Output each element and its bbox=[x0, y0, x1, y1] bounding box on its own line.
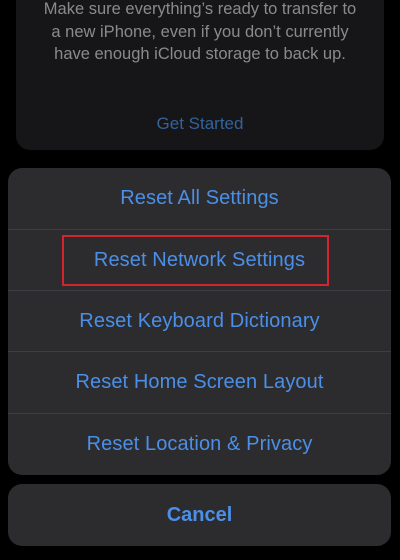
reset-location-privacy-button[interactable]: Reset Location & Privacy bbox=[8, 414, 391, 475]
reset-keyboard-dictionary-button[interactable]: Reset Keyboard Dictionary bbox=[8, 291, 391, 352]
reset-all-settings-button[interactable]: Reset All Settings bbox=[8, 168, 391, 229]
reset-home-screen-layout-button[interactable]: Reset Home Screen Layout bbox=[8, 352, 391, 413]
reset-network-settings-button[interactable]: Reset Network Settings bbox=[8, 230, 391, 291]
reset-action-sheet: Reset All Settings Reset Network Setting… bbox=[8, 168, 391, 475]
cancel-button[interactable]: Cancel bbox=[8, 484, 391, 546]
